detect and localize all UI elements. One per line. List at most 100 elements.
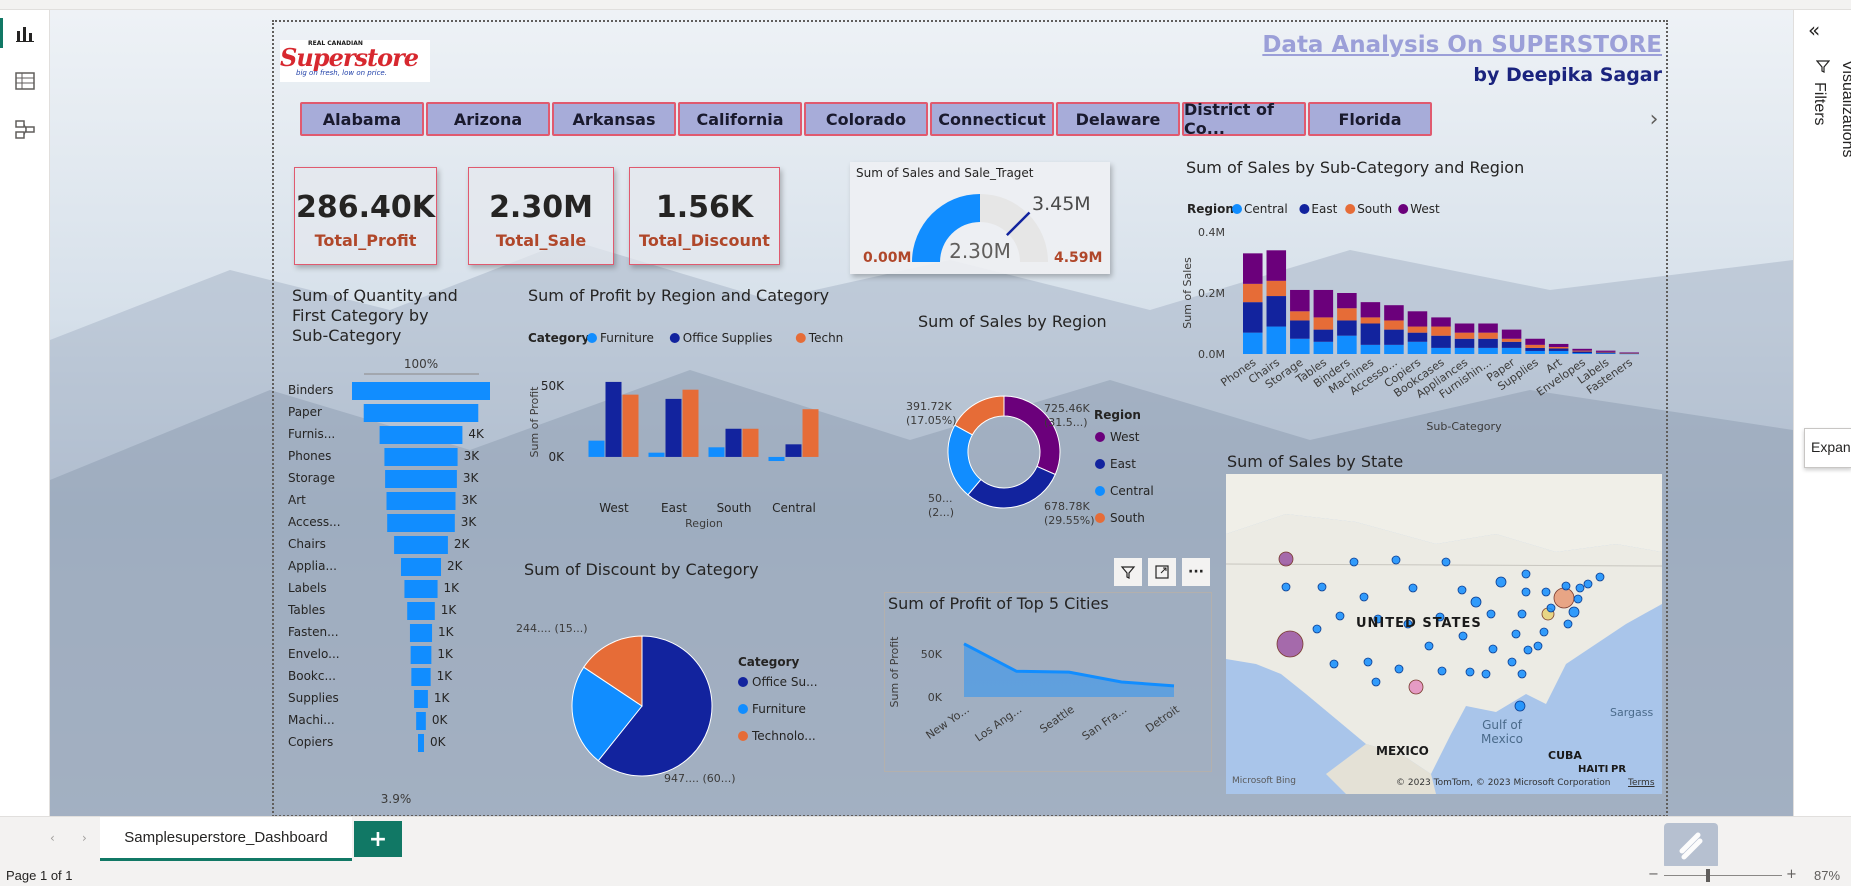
state-button[interactable]: Arkansas [552, 102, 676, 136]
funnel-bar[interactable] [400, 558, 442, 576]
stack-segment[interactable] [1501, 341, 1522, 348]
stack-segment[interactable] [1313, 341, 1334, 354]
report-view-icon[interactable] [14, 22, 36, 44]
donut-slice[interactable] [947, 424, 982, 496]
sales-target-gauge[interactable]: Sum of Sales and Sale_Traget 0.00M 4.59M… [850, 162, 1110, 274]
state-button[interactable]: Colorado [804, 102, 928, 136]
stack-segment[interactable] [1290, 289, 1310, 312]
stack-segment[interactable] [1431, 347, 1451, 354]
stack-segment[interactable] [1572, 353, 1592, 354]
map-bubble[interactable] [1583, 579, 1593, 589]
map-bubble[interactable] [1573, 594, 1583, 604]
stack-segment[interactable] [1525, 347, 1545, 351]
stack-segment[interactable] [1266, 296, 1287, 327]
stack-segment[interactable] [1454, 332, 1475, 339]
stack-segment[interactable] [1431, 326, 1451, 336]
stack-segment[interactable] [1619, 353, 1639, 354]
funnel-chart[interactable]: 100% Binders Paper Furnis... 4K Phones 3K Stor… [284, 352, 494, 812]
donut-slice[interactable] [967, 465, 1056, 509]
bar[interactable] [588, 440, 605, 457]
map-bubble[interactable] [1278, 551, 1294, 567]
zoom-slider-thumb[interactable] [1706, 869, 1710, 882]
state-button[interactable]: Alabama [300, 102, 424, 136]
stack-segment[interactable] [1360, 302, 1381, 318]
map-bubble[interactable] [1563, 619, 1573, 629]
stack-segment[interactable] [1360, 344, 1381, 354]
bar[interactable] [708, 447, 725, 457]
bar[interactable] [648, 452, 665, 457]
map-bubble[interactable] [1514, 700, 1526, 712]
bar[interactable] [682, 389, 699, 457]
stack-segment[interactable] [1454, 347, 1475, 354]
funnel-bar[interactable] [363, 404, 479, 422]
map-bubble[interactable] [1511, 629, 1521, 639]
funnel-bar[interactable] [394, 536, 448, 554]
funnel-bar[interactable] [352, 382, 490, 400]
page-tab-samplesuperstore[interactable]: Samplesuperstore_Dashboard [100, 817, 352, 861]
funnel-bar[interactable] [386, 492, 456, 510]
stack-segment[interactable] [1501, 347, 1522, 354]
stack-segment[interactable] [1266, 280, 1287, 297]
funnel-bar[interactable] [416, 712, 426, 730]
stack-segment[interactable] [1290, 320, 1310, 339]
legend-item[interactable]: East [1311, 202, 1337, 216]
legend-item[interactable]: Technolo... [751, 729, 816, 743]
copilot-icon[interactable] [1664, 823, 1718, 869]
bar[interactable] [742, 428, 759, 457]
map-bubble[interactable] [1539, 627, 1549, 637]
bar[interactable] [768, 456, 785, 462]
stack-segment[interactable] [1595, 352, 1616, 354]
zoom-out-icon[interactable]: − [1648, 867, 1659, 882]
stack-segment[interactable] [1478, 332, 1498, 339]
funnel-bar[interactable] [404, 580, 438, 598]
map-bubble[interactable] [1317, 582, 1327, 592]
stack-segment[interactable] [1548, 346, 1569, 349]
bar[interactable] [802, 409, 819, 457]
stack-segment[interactable] [1313, 329, 1334, 342]
prev-page-icon[interactable]: ‹ [50, 831, 55, 845]
map-bubble[interactable] [1408, 583, 1418, 593]
map-bubble[interactable] [1507, 657, 1517, 667]
map-bubble[interactable] [1394, 664, 1404, 674]
map-bubble[interactable] [1546, 603, 1556, 613]
stack-segment[interactable] [1572, 350, 1592, 352]
legend-item[interactable]: Office Su... [752, 675, 818, 689]
funnel-bar[interactable] [385, 470, 457, 488]
map-bubble[interactable] [1595, 572, 1605, 582]
slicer-next-arrow-icon[interactable]: › [1644, 104, 1664, 134]
funnel-bar[interactable] [418, 734, 424, 752]
stack-segment[interactable] [1290, 311, 1310, 321]
stack-segment[interactable] [1454, 323, 1475, 333]
bar[interactable] [622, 394, 639, 457]
legend-item[interactable]: Office Supplies [683, 331, 773, 345]
stack-segment[interactable] [1525, 350, 1545, 354]
profit-by-region-chart[interactable]: Category Furniture Office Supplies Technolo… [524, 312, 844, 532]
map-bubble[interactable] [1359, 592, 1369, 602]
stack-segment[interactable] [1572, 348, 1592, 351]
funnel-bar[interactable] [379, 426, 463, 444]
state-button[interactable]: District of Co... [1182, 100, 1306, 138]
state-button[interactable]: California [678, 102, 802, 136]
map-bubble[interactable] [1561, 581, 1571, 591]
map-bubble[interactable] [1533, 641, 1543, 651]
state-button[interactable]: Connecticut [930, 102, 1054, 136]
stack-segment[interactable] [1337, 320, 1357, 336]
map-bubble[interactable] [1437, 666, 1447, 676]
stack-segment[interactable] [1478, 323, 1498, 333]
stack-segment[interactable] [1384, 320, 1404, 330]
visualizations-pane-tab[interactable]: Visualizations [1838, 60, 1851, 200]
model-view-icon[interactable] [14, 118, 36, 140]
map-bubble[interactable] [1486, 609, 1496, 619]
stack-segment[interactable] [1525, 344, 1545, 348]
bar[interactable] [785, 444, 802, 457]
stack-segment[interactable] [1313, 289, 1334, 318]
map-bubble[interactable] [1481, 669, 1491, 679]
stack-segment[interactable] [1243, 332, 1263, 354]
bar[interactable] [725, 428, 742, 457]
map-bubble[interactable] [1335, 611, 1345, 621]
stack-segment[interactable] [1595, 351, 1616, 353]
stack-segment[interactable] [1384, 329, 1404, 345]
map-bubble[interactable] [1441, 557, 1451, 567]
stack-segment[interactable] [1407, 311, 1428, 327]
state-button[interactable]: Florida [1308, 102, 1432, 136]
